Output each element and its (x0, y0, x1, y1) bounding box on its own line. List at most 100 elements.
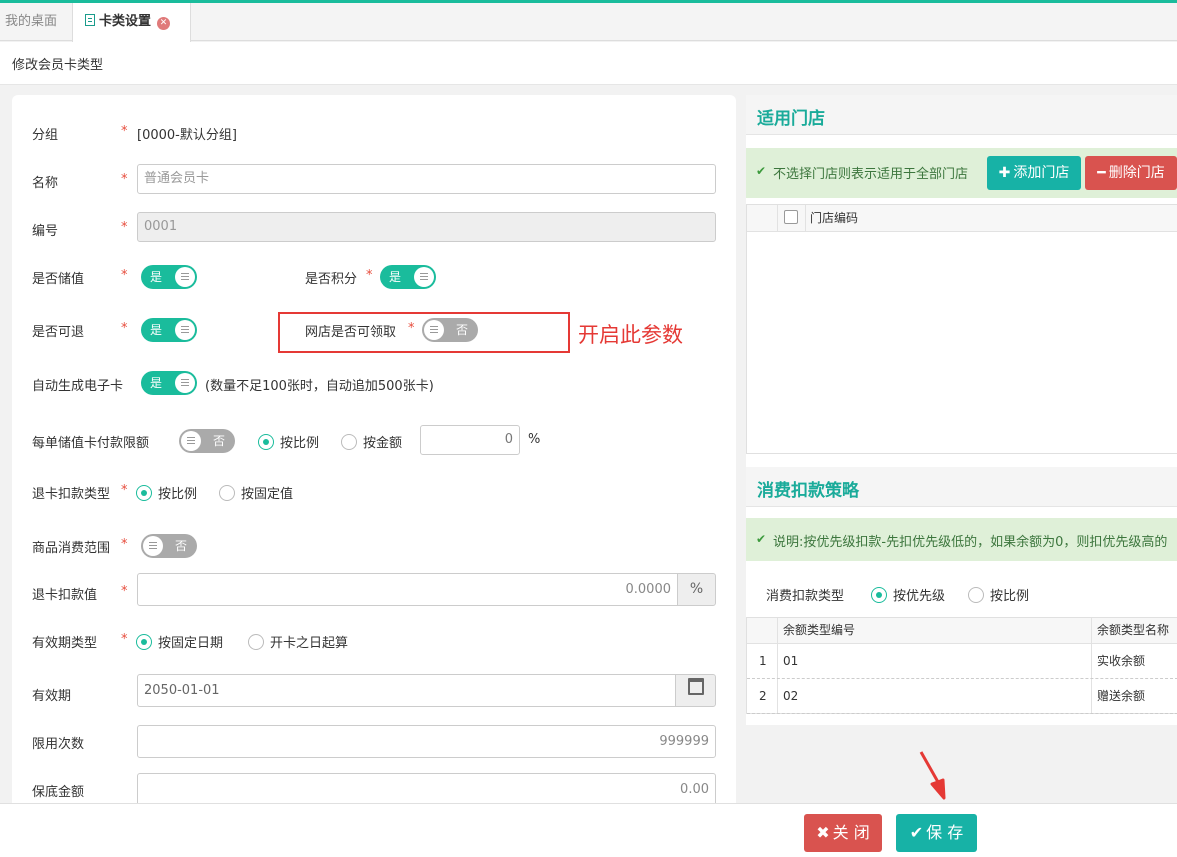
annotation-arrow-icon (919, 751, 946, 800)
column-divider (805, 205, 806, 231)
calendar-icon[interactable] (675, 674, 716, 707)
page-title: 修改会员卡类型 (12, 58, 104, 73)
delete-store-label: 删除门店 (1108, 165, 1165, 181)
stores-section-header: 适用门店 (746, 95, 1177, 135)
toggle-state: 否 (174, 539, 187, 553)
toggle-knob (181, 431, 201, 451)
close-button-label: 关 闭 (832, 823, 870, 842)
toggle-state: 是 (150, 323, 163, 337)
balance-type-table: 余额类型编号 余额类型名称 1 01 实收余额 2 02 赠送余额 (746, 617, 1177, 714)
table-row[interactable]: 1 01 实收余额 (747, 644, 1177, 679)
pay-limit-label: 每单储值卡付款限额 (32, 436, 150, 451)
stored-value-label: 是否储值 (32, 272, 85, 287)
checkbox[interactable] (784, 210, 798, 224)
deduction-title: 消费扣款策略 (757, 481, 859, 501)
save-button-label: 保 存 (926, 823, 964, 842)
refund-type-label: 退卡扣款类型 (32, 487, 111, 502)
percent-unit: % (528, 432, 541, 447)
tab-card-settings[interactable]: 卡类设置 ✕ (72, 3, 191, 42)
stores-title: 适用门店 (757, 109, 825, 129)
balance-code-cell: 01 (783, 654, 799, 668)
pay-limit-ratio-radio[interactable]: 按比例 (258, 432, 319, 451)
required-mark: * (121, 172, 128, 187)
pay-limit-amount-radio[interactable]: 按金额 (341, 432, 402, 451)
refund-type-ratio-radio[interactable]: 按比例 (136, 483, 197, 502)
close-icon[interactable]: ✕ (157, 17, 171, 30)
radio-label: 按比例 (990, 589, 1030, 604)
validity-from-open-radio[interactable]: 开卡之日起算 (248, 632, 348, 651)
required-mark: * (121, 220, 128, 235)
refund-value-unit: % (677, 573, 716, 606)
close-button[interactable]: ✖ 关 闭 (804, 814, 882, 852)
check-icon: ✔ (909, 823, 924, 842)
refund-value-label: 退卡扣款值 (32, 588, 98, 603)
refundable-toggle[interactable]: 是 (141, 318, 197, 342)
row-index: 2 (759, 689, 767, 703)
save-button[interactable]: ✔ 保 存 (896, 814, 977, 852)
table-row[interactable]: 2 02 赠送余额 (747, 679, 1177, 714)
validity-date-input[interactable]: 2050-01-01 (137, 674, 676, 707)
balance-name-cell: 赠送余额 (1097, 689, 1146, 703)
annotation-highlight-box (278, 312, 570, 353)
goods-scope-toggle[interactable]: 否 (141, 534, 197, 558)
min-amount-label: 保底金额 (32, 785, 85, 800)
footer-bar (0, 803, 1177, 857)
radio-dot (219, 485, 235, 501)
code-input: 0001 (137, 212, 716, 242)
required-mark: * (121, 268, 128, 283)
column-divider (777, 644, 778, 678)
page-header: 修改会员卡类型 (0, 42, 1177, 85)
code-label: 编号 (32, 224, 59, 239)
deduction-section-header: 消费扣款策略 (746, 467, 1177, 507)
radio-dot (871, 587, 887, 603)
card-type-form (12, 95, 736, 815)
group-label: 分组 (32, 128, 59, 143)
toggle-knob (175, 320, 195, 340)
table-header: 门店编码 (747, 205, 1177, 232)
stores-table: 门店编码 (746, 204, 1177, 454)
pay-limit-amount-input[interactable]: 0 (420, 425, 520, 455)
points-toggle[interactable]: 是 (380, 265, 436, 289)
add-store-button[interactable]: ✚ 添加门店 (987, 156, 1081, 190)
select-all-checkbox[interactable] (784, 210, 798, 236)
delete-store-button[interactable]: ━ 删除门店 (1085, 156, 1177, 190)
toggle-knob (143, 536, 163, 556)
min-amount-input[interactable]: 0.00 (137, 773, 716, 806)
column-divider (1091, 618, 1092, 643)
radio-label: 开卡之日起算 (270, 636, 349, 651)
refundable-label: 是否可退 (32, 325, 85, 340)
toggle-knob (175, 267, 195, 287)
column-divider (777, 618, 778, 643)
radio-dot (341, 434, 357, 450)
required-mark: * (121, 632, 128, 647)
validity-label: 有效期 (32, 689, 72, 704)
refund-value-input[interactable]: 0.0000 (137, 573, 678, 606)
tab-card-settings-label: 卡类设置 (99, 14, 152, 29)
toggle-state: 否 (212, 434, 225, 448)
deduction-priority-radio[interactable]: 按优先级 (871, 585, 945, 604)
deduction-ratio-radio[interactable]: 按比例 (968, 585, 1029, 604)
column-divider (1091, 679, 1092, 713)
name-input[interactable]: 普通会员卡 (137, 164, 716, 194)
check-icon (756, 532, 770, 547)
auto-ecard-label: 自动生成电子卡 (32, 379, 124, 394)
radio-label: 按固定日期 (158, 636, 224, 651)
radio-label: 按金额 (363, 436, 403, 451)
toggle-knob (175, 373, 195, 393)
stored-value-toggle[interactable]: 是 (141, 265, 197, 289)
radio-dot (136, 634, 152, 650)
plus-icon: ✚ (998, 165, 1011, 181)
refund-type-fixed-radio[interactable]: 按固定值 (219, 483, 293, 502)
radio-label: 按固定值 (241, 487, 294, 502)
pay-limit-toggle[interactable]: 否 (179, 429, 235, 453)
radio-dot (968, 587, 984, 603)
tab-home[interactable]: 我的桌面 (5, 3, 57, 41)
radio-label: 按比例 (280, 436, 320, 451)
radio-label: 按比例 (158, 487, 198, 502)
limit-times-input[interactable]: 999999 (137, 725, 716, 758)
validity-fixed-date-radio[interactable]: 按固定日期 (136, 632, 223, 651)
required-mark: * (121, 321, 128, 336)
auto-ecard-toggle[interactable]: 是 (141, 371, 197, 395)
column-divider (777, 205, 778, 231)
balance-code-header: 余额类型编号 (783, 623, 856, 637)
